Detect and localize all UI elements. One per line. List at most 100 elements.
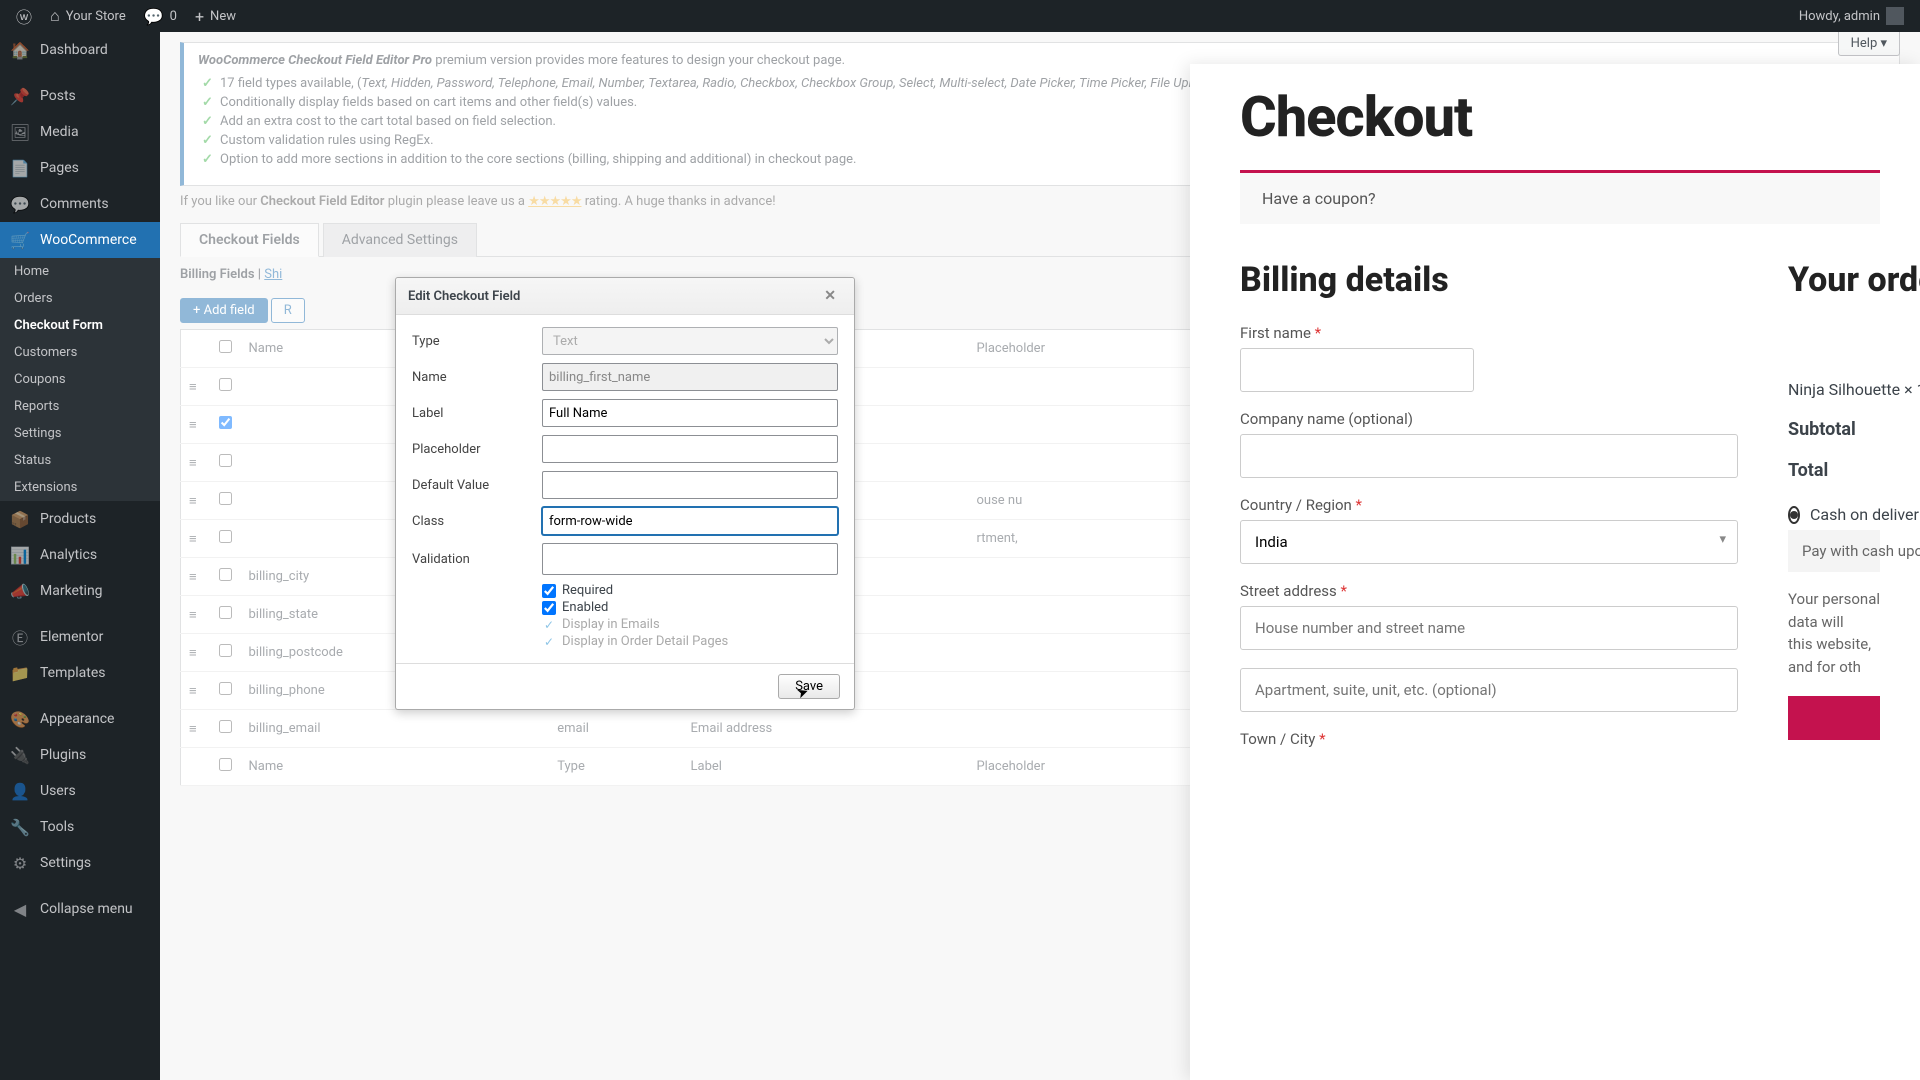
place-order-button[interactable] <box>1788 696 1880 740</box>
submenu-settings[interactable]: Settings <box>0 420 160 447</box>
menu-plugins[interactable]: 🔌Plugins <box>0 737 160 773</box>
menu-woocommerce[interactable]: 🛒 WooCommerce <box>0 222 160 258</box>
type-select[interactable]: Text <box>542 327 838 355</box>
menu-label: WooCommerce <box>40 232 137 248</box>
wordpress-icon: ⓦ <box>16 4 32 28</box>
comment-icon: 💬 <box>144 7 164 26</box>
first-name-label: First name * <box>1240 324 1738 342</box>
orderpages-label: Display in Order Detail Pages <box>562 634 728 649</box>
menu-label: Marketing <box>40 583 103 599</box>
placeholder-input[interactable] <box>542 435 838 463</box>
media-icon: 🖼 <box>10 122 30 142</box>
menu-templates[interactable]: 📁 Templates <box>0 655 160 691</box>
menu-label: Templates <box>40 665 106 681</box>
company-label: Company name (optional) <box>1240 410 1738 428</box>
coupon-notice[interactable]: Have a coupon? <box>1240 170 1880 224</box>
radio-on-icon <box>1788 506 1800 524</box>
wp-logo[interactable]: ⓦ <box>8 0 40 32</box>
menu-products[interactable]: 📦 Products <box>0 501 160 537</box>
tools-icon: 🔧 <box>10 817 30 837</box>
menu-label: Products <box>40 511 96 527</box>
town-label: Town / City * <box>1240 730 1738 748</box>
menu-label: Appearance <box>40 711 114 727</box>
edit-field-modal: Edit Checkout Field ✕ TypeText Name Labe… <box>395 277 855 710</box>
submenu-reports[interactable]: Reports <box>0 393 160 420</box>
menu-settings[interactable]: ⚙ Settings <box>0 845 160 881</box>
templates-icon: 📁 <box>10 663 30 683</box>
comment-icon: 💬 <box>10 194 30 214</box>
menu-marketing[interactable]: 📣 Marketing <box>0 573 160 609</box>
payment-desc: Pay with cash upo <box>1788 530 1880 572</box>
menu-dashboard[interactable]: 🏠 Dashboard <box>0 32 160 68</box>
submenu-orders[interactable]: Orders <box>0 285 160 312</box>
site-link[interactable]: ⌂ Your Store <box>42 0 134 32</box>
menu-label: Media <box>40 124 79 140</box>
menu-posts[interactable]: 📌Posts <box>0 78 160 114</box>
validation-input[interactable] <box>542 543 838 575</box>
admin-sidebar: 🏠 Dashboard 📌Posts 🖼 Media 📄Pages 💬Comment… <box>0 32 160 1080</box>
menu-analytics[interactable]: 📊Analytics <box>0 537 160 573</box>
apartment-input[interactable] <box>1240 668 1738 712</box>
billing-heading: Billing details <box>1240 260 1738 300</box>
payment-option-cod[interactable]: Cash on deliver <box>1788 505 1880 524</box>
class-input[interactable] <box>542 507 838 535</box>
submenu-coupons[interactable]: Coupons <box>0 366 160 393</box>
label-label: Label <box>412 406 542 421</box>
submenu-status[interactable]: Status <box>0 447 160 474</box>
modal-close-button[interactable]: ✕ <box>818 286 842 306</box>
woo-submenu: Home Orders Checkout Form Customers Coup… <box>0 258 160 501</box>
home-icon: ⌂ <box>50 6 60 26</box>
menu-users[interactable]: 👤Users <box>0 773 160 809</box>
menu-media[interactable]: 🖼 Media <box>0 114 160 150</box>
collapse-icon: ◀ <box>10 899 30 919</box>
menu-tools[interactable]: 🔧Tools <box>0 809 160 845</box>
new-link[interactable]: +New <box>187 0 244 32</box>
name-input[interactable] <box>542 363 838 391</box>
company-input[interactable] <box>1240 434 1738 478</box>
save-button[interactable]: Save➤ <box>778 674 840 699</box>
site-name: Your Store <box>66 9 126 24</box>
required-checkbox[interactable] <box>542 584 556 598</box>
default-input[interactable] <box>542 471 838 499</box>
new-label: New <box>210 9 236 24</box>
check-icon: ✓ <box>542 618 556 632</box>
submenu-extensions[interactable]: Extensions <box>0 474 160 501</box>
checkout-heading: Checkout <box>1240 84 1880 150</box>
enabled-checkbox[interactable] <box>542 601 556 615</box>
class-label: Class <box>412 514 542 529</box>
settings-icon: ⚙ <box>10 853 30 873</box>
menu-comments[interactable]: 💬Comments <box>0 186 160 222</box>
comments-link[interactable]: 💬0 <box>136 0 185 32</box>
howdy-link[interactable]: Howdy, admin <box>1791 0 1912 32</box>
modal-title: Edit Checkout Field <box>408 289 520 304</box>
menu-label: Dashboard <box>40 42 108 58</box>
menu-label: Settings <box>40 855 91 871</box>
street-input[interactable] <box>1240 606 1738 650</box>
check-icon: ✓ <box>542 635 556 649</box>
first-name-input[interactable] <box>1240 348 1474 392</box>
submenu-customers[interactable]: Customers <box>0 339 160 366</box>
submenu-checkout-form[interactable]: Checkout Form <box>0 312 160 339</box>
order-subtotal-row: Subtotal <box>1788 409 1880 450</box>
validation-label: Validation <box>412 552 542 567</box>
menu-elementor[interactable]: ⒺElementor <box>0 619 160 655</box>
country-select[interactable]: India <box>1240 520 1738 564</box>
page-icon: 📄 <box>10 158 30 178</box>
marketing-icon: 📣 <box>10 581 30 601</box>
avatar-icon <box>1886 7 1904 25</box>
woo-icon: 🛒 <box>10 230 30 250</box>
menu-collapse[interactable]: ◀ Collapse menu <box>0 891 160 927</box>
menu-label: Posts <box>40 88 76 104</box>
placeholder-label: Placeholder <box>412 442 542 457</box>
help-tab[interactable]: Help ▾ <box>1838 32 1900 56</box>
order-product-row: Ninja Silhouette × 1 <box>1788 370 1880 409</box>
howdy-text: Howdy, admin <box>1799 9 1880 24</box>
name-label: Name <box>412 370 542 385</box>
menu-appearance[interactable]: 🎨Appearance <box>0 701 160 737</box>
menu-pages[interactable]: 📄Pages <box>0 150 160 186</box>
menu-label: Collapse menu <box>40 901 133 917</box>
dashboard-icon: 🏠 <box>10 40 30 60</box>
submenu-home[interactable]: Home <box>0 258 160 285</box>
products-icon: 📦 <box>10 509 30 529</box>
label-input[interactable] <box>542 399 838 427</box>
